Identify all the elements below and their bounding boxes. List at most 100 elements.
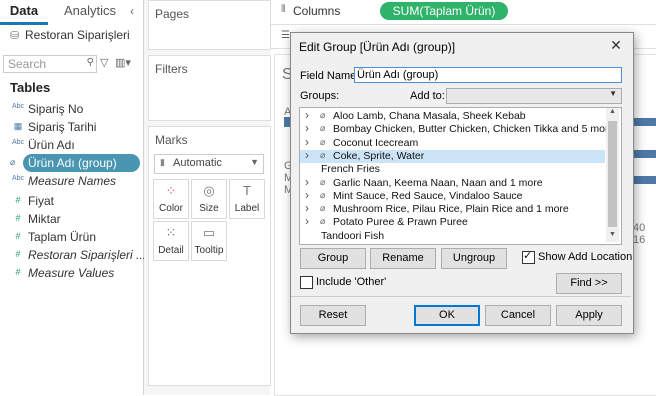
expand-chevron-icon[interactable]: › — [305, 188, 309, 202]
columns-label: Columns — [293, 4, 341, 18]
field-item[interactable]: Abc Sipariş No — [0, 100, 143, 118]
tree-item-label: French Fries — [321, 163, 380, 175]
field-item[interactable]: Abc Ürün Adı — [0, 136, 143, 154]
measure-icon: # — [15, 213, 21, 223]
field-item[interactable]: # Taplam Ürün — [0, 228, 143, 246]
expand-chevron-icon[interactable]: › — [305, 148, 309, 162]
scroll-thumb[interactable] — [608, 121, 617, 227]
mark-type-value: Automatic — [173, 157, 222, 169]
ok-button[interactable]: OK — [414, 305, 480, 326]
paperclip-icon: ⌀ — [320, 137, 326, 147]
paperclip-icon: ⌀ — [320, 203, 326, 213]
show-add-location-checkbox[interactable] — [522, 249, 535, 264]
field-item[interactable]: # Restoran Siparişleri ... — [0, 246, 147, 264]
include-other-checkbox[interactable] — [300, 276, 313, 289]
tree-item-label: Potato Puree & Prawn Puree — [333, 216, 468, 228]
date-icon: ▦ — [13, 121, 23, 131]
string-type-icon: Abc — [12, 139, 25, 146]
filters-card[interactable]: Filters — [148, 55, 271, 121]
ungroup-button[interactable]: Ungroup — [441, 248, 507, 269]
field-label: Ürün Adı — [28, 138, 75, 152]
field-item[interactable]: # Measure Values — [0, 264, 143, 282]
expand-chevron-icon[interactable]: › — [305, 214, 309, 228]
expand-chevron-icon[interactable]: › — [305, 201, 309, 215]
pages-heading: Pages — [155, 7, 190, 21]
columns-pill[interactable]: SUM(Taplam Ürün) — [380, 2, 508, 20]
tree-item-label: Garlic Naan, Keema Naan, Naan and 1 more — [333, 177, 543, 189]
scroll-up-icon[interactable]: ▲ — [607, 108, 618, 119]
dialog-title: Edit Group [Ürün Adı (group)] — [299, 40, 456, 54]
paperclip-icon: ⌀ — [320, 190, 326, 200]
tree-item-label: Bombay Chicken, Butter Chicken, Chicken … — [333, 123, 615, 135]
scroll-down-icon[interactable]: ▼ — [607, 231, 618, 242]
field-item[interactable]: # Fiyat — [0, 192, 143, 210]
detail-icon: ⁙ — [165, 225, 177, 240]
collapse-pane-icon[interactable]: ‹ — [130, 4, 142, 18]
add-to-dropdown[interactable]: ▼ — [446, 88, 622, 104]
tree-item-label: Aloo Lamb, Chana Masala, Sheek Kebab — [333, 110, 526, 122]
field-name-input[interactable]: Ürün Adı (group) — [354, 67, 622, 83]
pages-card[interactable]: Pages — [148, 0, 271, 50]
tooltip-button[interactable]: ▭ Tooltip — [191, 221, 227, 261]
field-item-selected[interactable]: ⌀Ürün Adı (group) — [23, 154, 140, 172]
tooltip-icon: ▭ — [202, 225, 216, 240]
size-label: Size — [199, 203, 219, 214]
size-icon: ◎ — [203, 183, 215, 198]
expand-chevron-icon[interactable]: › — [305, 135, 309, 149]
field-item[interactable]: # Miktar — [0, 210, 143, 228]
expand-chevron-icon[interactable]: › — [305, 121, 309, 135]
group-tree-item[interactable]: › ⌀ Garlic Naan, Keema Naan, Naan and 1 mo… — [300, 175, 605, 190]
field-item[interactable]: Abc Measure Names — [0, 172, 143, 190]
apply-button[interactable]: Apply — [556, 305, 622, 326]
close-icon[interactable]: ✕ — [608, 37, 624, 53]
bar-mark — [632, 176, 656, 184]
tables-heading: Tables — [10, 80, 51, 95]
member-tree-item[interactable]: French Fries — [300, 163, 605, 176]
paperclip-icon: ⌀ — [320, 150, 326, 160]
view-options-icon[interactable]: ▥▾ — [115, 56, 131, 69]
field-label: Restoran Siparişleri ... — [28, 248, 147, 262]
include-other-label: Include 'Other' — [316, 276, 387, 288]
text-label-icon: T — [243, 183, 251, 198]
field-item[interactable]: ▦ Sipariş Tarihi — [0, 118, 143, 136]
chevron-down-icon: ▼ — [609, 89, 617, 98]
reset-button[interactable]: Reset — [300, 305, 366, 326]
group-tree-item[interactable]: › ⌀ Mushroom Rice, Pilau Rice, Plain Rice … — [300, 201, 605, 216]
group-tree-item[interactable]: › ⌀ Aloo Lamb, Chana Masala, Sheek Kebab — [300, 108, 605, 123]
datasource-item[interactable]: ⛁ Restoran Siparişleri — [0, 26, 143, 46]
cancel-button[interactable]: Cancel — [485, 305, 551, 326]
mark-type-dropdown[interactable]: ▮ Automatic ▼ — [154, 154, 264, 174]
group-button[interactable]: Group — [300, 248, 366, 269]
color-button[interactable]: ⁘ Color — [153, 179, 189, 219]
size-button[interactable]: ◎ Size — [191, 179, 227, 219]
member-tree-item[interactable]: Tandoori Fish — [300, 230, 605, 243]
group-tree-item[interactable]: › ⌀ Coke, Sprite, Water — [300, 148, 605, 163]
group-tree-item[interactable]: › ⌀ Coconut Icecream — [300, 135, 605, 150]
tab-analytics[interactable]: Analytics — [52, 0, 128, 22]
bar-mark — [632, 150, 656, 158]
marks-heading: Marks — [155, 133, 188, 147]
filter-icon[interactable]: ▽ — [100, 56, 108, 69]
find-button[interactable]: Find >> — [556, 273, 622, 294]
group-tree-item[interactable]: › ⌀ Potato Puree & Prawn Puree — [300, 214, 605, 229]
rename-button[interactable]: Rename — [370, 248, 436, 269]
group-tree-item[interactable]: › ⌀ Mint Sauce, Red Sauce, Vindaloo Sauce — [300, 188, 605, 203]
label-button[interactable]: T Label — [229, 179, 265, 219]
search-input[interactable]: Search ⚲ — [3, 55, 97, 73]
tree-item-label: Tandoori Fish — [321, 230, 385, 242]
detail-button[interactable]: ⁙ Detail — [153, 221, 189, 261]
paperclip-icon: ⌀ — [320, 177, 326, 187]
paperclip-icon: ⌀ — [320, 216, 326, 226]
field-label: Taplam Ürün — [28, 230, 97, 244]
database-icon: ⛁ — [10, 30, 20, 42]
detail-label: Detail — [158, 245, 184, 256]
tooltip-label: Tooltip — [194, 245, 224, 256]
show-add-location-label: Show Add Location — [538, 251, 633, 263]
expand-chevron-icon[interactable]: › — [305, 175, 309, 189]
tab-data[interactable]: Data — [0, 0, 48, 25]
expand-chevron-icon[interactable]: › — [305, 108, 309, 122]
measure-icon: # — [15, 267, 21, 277]
color-label: Color — [159, 203, 183, 214]
group-tree-item[interactable]: › ⌀ Bombay Chicken, Butter Chicken, Chicke… — [300, 121, 614, 136]
columns-icon: ⦀ — [281, 4, 286, 15]
